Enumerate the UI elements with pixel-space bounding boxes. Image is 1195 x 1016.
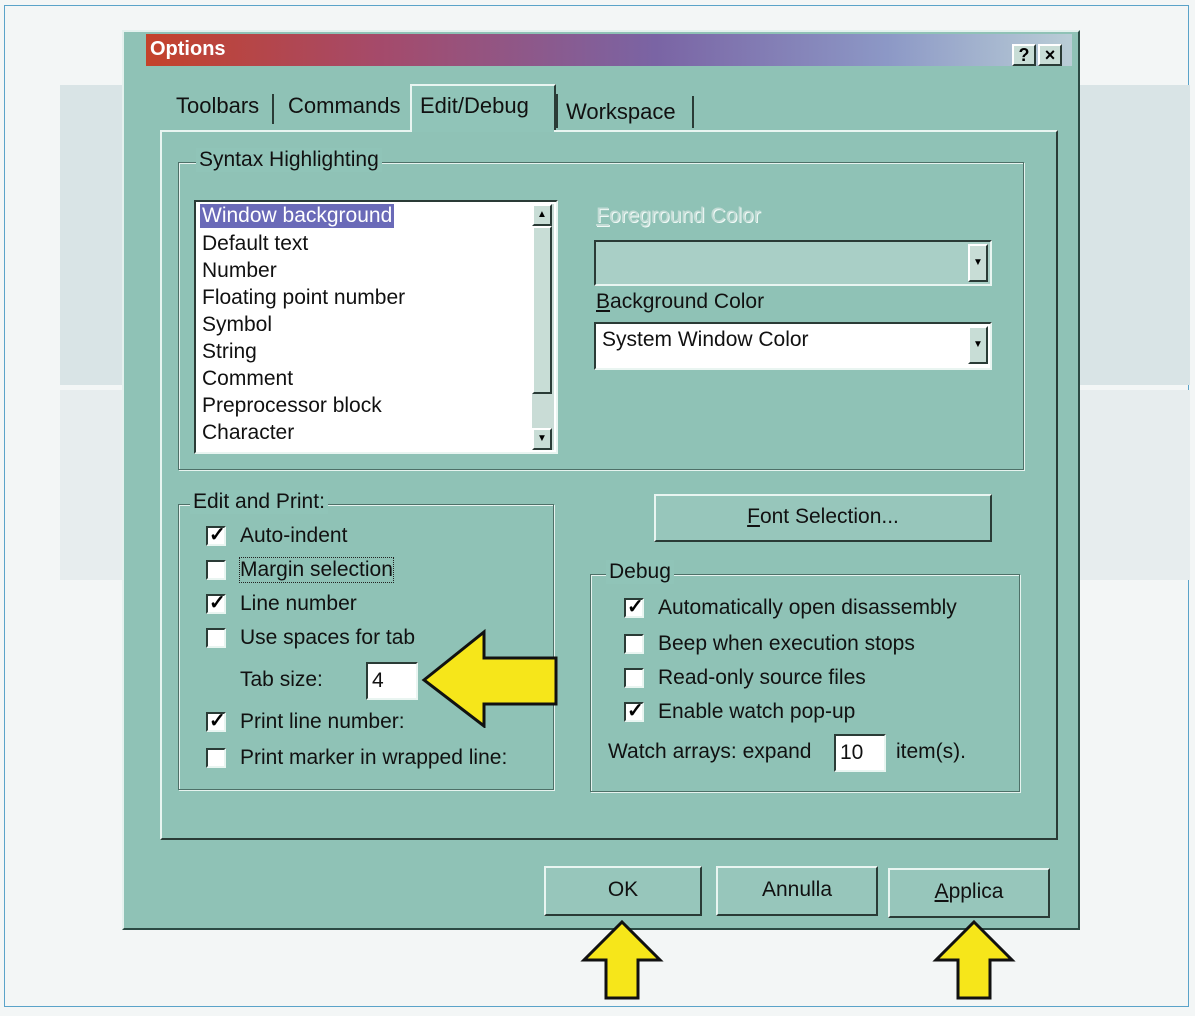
tab-toolbars[interactable]: Toolbars (168, 86, 267, 126)
auto-indent-checkbox[interactable]: ✓ Auto-indent (206, 524, 347, 548)
background-color-value: System Window Color (602, 328, 809, 351)
chevron-down-icon[interactable]: ▼ (968, 326, 988, 364)
help-button[interactable]: ? (1012, 44, 1036, 66)
arrow-up-icon (580, 919, 664, 1000)
print-line-number-checkbox[interactable]: ✓ Print line number: (206, 710, 405, 734)
apply-button[interactable]: Applica (888, 868, 1050, 918)
checkmark-icon: ✓ (209, 592, 226, 614)
use-spaces-checkbox[interactable]: Use spaces for tab (206, 626, 415, 650)
scroll-up-button[interactable]: ▲ (532, 204, 552, 226)
tab-divider (272, 94, 274, 124)
tab-size-input[interactable]: 4 (366, 662, 418, 700)
auto-disassembly-checkbox[interactable]: ✓ Automatically open disassembly (624, 596, 957, 620)
foreground-color-select[interactable]: ▼ (594, 240, 992, 286)
list-item[interactable]: String (202, 340, 257, 364)
list-item[interactable]: Floating point number (202, 286, 405, 310)
checkbox-box[interactable]: ✓ (206, 592, 226, 614)
checkmark-icon: ✓ (209, 710, 226, 732)
debug-legend: Debug (606, 560, 674, 584)
beep-checkbox[interactable]: Beep when execution stops (624, 632, 915, 656)
checkmark-icon: ✓ (209, 524, 226, 546)
tab-active-gap (412, 128, 554, 132)
tab-workspace[interactable]: Workspace (558, 92, 684, 132)
margin-selection-checkbox[interactable]: Margin selection (206, 557, 394, 583)
tab-divider (692, 96, 694, 128)
scroll-thumb[interactable] (532, 226, 552, 394)
checkbox-box[interactable] (206, 628, 226, 648)
font-selection-button[interactable]: Font Selection... (654, 494, 992, 542)
tab-commands[interactable]: Commands (280, 86, 408, 126)
list-item[interactable]: Default text (202, 232, 308, 256)
checkbox-box[interactable]: ✓ (206, 524, 226, 546)
watch-arrays-label: Watch arrays: expand (608, 740, 812, 763)
checkbox-box[interactable] (624, 668, 644, 688)
tab-edit-debug[interactable]: Edit/Debug (410, 84, 556, 132)
chevron-down-icon[interactable]: ▼ (968, 244, 988, 282)
watch-arrays-input[interactable]: 10 (834, 734, 886, 772)
syntax-element-list[interactable]: Window background Default text Number Fl… (194, 200, 558, 454)
syntax-highlighting-legend: Syntax Highlighting (196, 148, 382, 172)
arrow-up-icon (932, 919, 1016, 1000)
checkmark-icon: ✓ (627, 700, 644, 722)
checkbox-box[interactable]: ✓ (624, 596, 644, 618)
background-color-label: Background Color (596, 290, 765, 313)
checkbox-box[interactable]: ✓ (206, 710, 226, 732)
scroll-down-button[interactable]: ▼ (532, 428, 552, 450)
checkbox-box[interactable]: ✓ (624, 700, 644, 722)
close-button[interactable]: × (1038, 44, 1062, 66)
title-bar[interactable]: Options ? × (146, 34, 1072, 66)
background-color-select[interactable]: System Window Color ▼ (594, 322, 992, 370)
watch-arrays-unit: item(s). (896, 740, 966, 763)
checkbox-box[interactable] (624, 634, 644, 654)
foreground-color-label: Foreground Color (596, 204, 761, 227)
watch-popup-checkbox[interactable]: ✓ Enable watch pop-up (624, 700, 855, 724)
cancel-button[interactable]: Annulla (716, 866, 878, 916)
list-item[interactable]: Preprocessor block (202, 394, 382, 418)
checkmark-icon: ✓ (627, 596, 644, 618)
print-marker-checkbox[interactable]: Print marker in wrapped line: (206, 746, 507, 770)
list-item[interactable]: Number (202, 259, 277, 283)
line-number-checkbox[interactable]: ✓ Line number (206, 592, 357, 616)
ok-button[interactable]: OK (544, 866, 702, 916)
list-item[interactable]: Symbol (202, 313, 272, 337)
list-item[interactable]: Character (202, 421, 294, 445)
checkbox-box[interactable] (206, 560, 226, 580)
readonly-checkbox[interactable]: Read-only source files (624, 666, 866, 690)
arrow-left-icon (421, 628, 558, 728)
window-title: Options (150, 38, 226, 60)
checkbox-box[interactable] (206, 748, 226, 768)
list-scrollbar[interactable]: ▲ ▼ (532, 204, 554, 450)
tab-size-label: Tab size: (240, 668, 323, 691)
list-item[interactable]: Window background (200, 204, 395, 228)
edit-and-print-legend: Edit and Print: (190, 490, 328, 514)
list-item[interactable]: Comment (202, 367, 293, 391)
